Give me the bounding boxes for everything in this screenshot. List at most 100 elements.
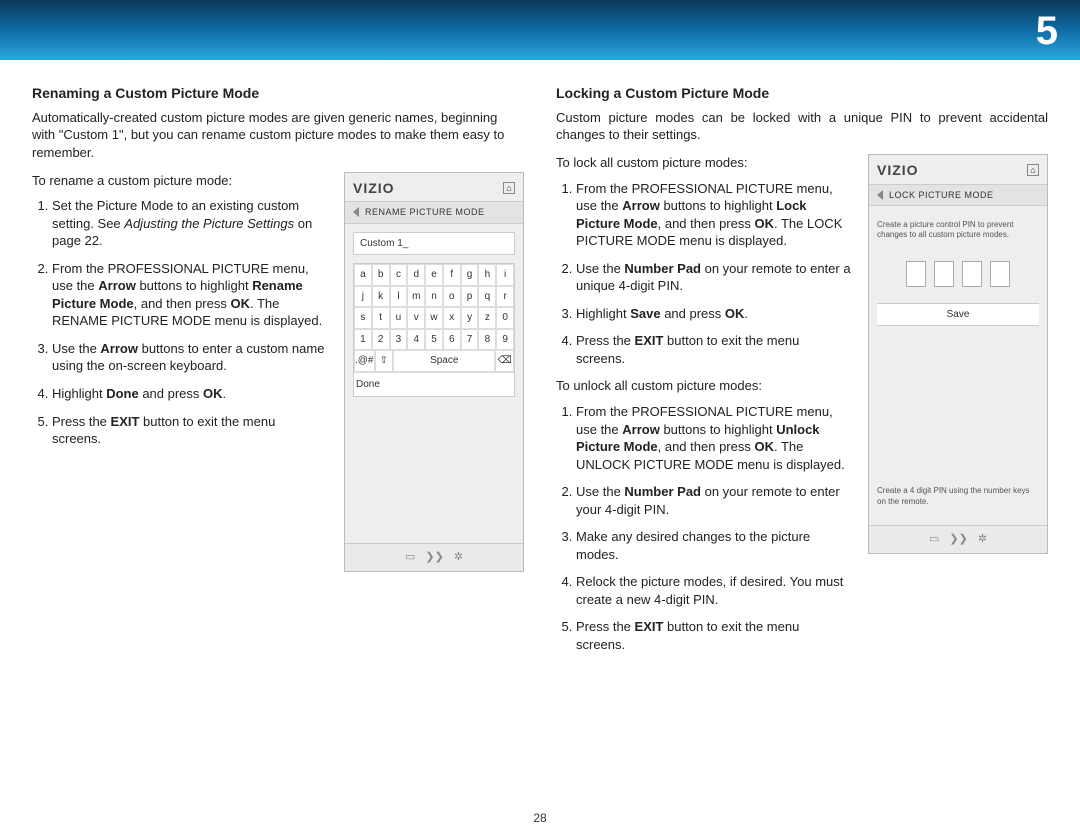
- rename-step-4: Highlight Done and press OK.: [52, 385, 328, 403]
- key[interactable]: 9: [496, 329, 514, 351]
- key-backspace[interactable]: ⌫: [495, 350, 514, 372]
- unlock-step-3: Make any desired changes to the picture …: [576, 528, 852, 563]
- home-icon[interactable]: ⌂: [503, 182, 515, 194]
- key-shift[interactable]: ⇧: [375, 350, 394, 372]
- key[interactable]: 8: [478, 329, 496, 351]
- unlock-step-1: From the PROFESSIONAL PICTURE menu, use …: [576, 403, 852, 473]
- lock-steps: From the PROFESSIONAL PICTURE menu, use …: [556, 180, 852, 368]
- key[interactable]: r: [496, 286, 514, 308]
- key[interactable]: b: [372, 264, 390, 286]
- key[interactable]: s: [354, 307, 372, 329]
- key[interactable]: q: [478, 286, 496, 308]
- rename-steps: Set the Picture Mode to an existing cust…: [32, 197, 328, 448]
- section-title-rename: Renaming a Custom Picture Mode: [32, 84, 524, 103]
- key[interactable]: 1: [354, 329, 372, 351]
- key[interactable]: 2: [372, 329, 390, 351]
- key[interactable]: 7: [461, 329, 479, 351]
- pin-digit[interactable]: [934, 261, 954, 287]
- key[interactable]: k: [372, 286, 390, 308]
- key[interactable]: 0: [496, 307, 514, 329]
- footer-gear-icon[interactable]: ✲: [454, 550, 463, 565]
- footer-arrows-icon[interactable]: ❯❯: [949, 532, 967, 547]
- rename-step-2: From the PROFESSIONAL PICTURE menu, use …: [52, 260, 328, 330]
- key[interactable]: l: [390, 286, 408, 308]
- key[interactable]: 6: [443, 329, 461, 351]
- key-space[interactable]: Space: [393, 350, 495, 372]
- name-input[interactable]: Custom 1_: [353, 232, 515, 256]
- key[interactable]: 4: [407, 329, 425, 351]
- right-column: Locking a Custom Picture Mode Custom pic…: [556, 84, 1048, 664]
- device-footer: ▭ ❯❯ ✲: [345, 543, 523, 571]
- key[interactable]: u: [390, 307, 408, 329]
- back-icon[interactable]: [353, 207, 359, 217]
- lock-note-1: Create a picture control PIN to prevent …: [877, 220, 1039, 241]
- lock-step-4: Press the EXIT button to exit the menu s…: [576, 332, 852, 367]
- pin-digit[interactable]: [962, 261, 982, 287]
- key[interactable]: n: [425, 286, 443, 308]
- key[interactable]: z: [478, 307, 496, 329]
- key[interactable]: e: [425, 264, 443, 286]
- lock-device-panel: VIZIO ⌂ LOCK PICTURE MODE Create a pictu…: [868, 154, 1048, 554]
- key[interactable]: y: [461, 307, 479, 329]
- rename-lead: To rename a custom picture mode:: [32, 172, 328, 190]
- home-icon[interactable]: ⌂: [1027, 164, 1039, 176]
- key[interactable]: i: [496, 264, 514, 286]
- key[interactable]: j: [354, 286, 372, 308]
- unlock-step-2: Use the Number Pad on your remote to ent…: [576, 483, 852, 518]
- crumb-label: LOCK PICTURE MODE: [889, 189, 994, 201]
- unlock-lead: To unlock all custom picture modes:: [556, 377, 852, 395]
- key[interactable]: w: [425, 307, 443, 329]
- unlock-steps: From the PROFESSIONAL PICTURE menu, use …: [556, 403, 852, 654]
- unlock-step-5: Press the EXIT button to exit the menu s…: [576, 618, 852, 653]
- key[interactable]: p: [461, 286, 479, 308]
- footer-gear-icon[interactable]: ✲: [978, 532, 987, 547]
- save-button[interactable]: Save: [877, 303, 1039, 327]
- key[interactable]: v: [407, 307, 425, 329]
- rename-step-3: Use the Arrow buttons to enter a custom …: [52, 340, 328, 375]
- pin-digit[interactable]: [906, 261, 926, 287]
- back-icon[interactable]: [877, 190, 883, 200]
- section-title-lock: Locking a Custom Picture Mode: [556, 84, 1048, 103]
- left-column: Renaming a Custom Picture Mode Automatic…: [32, 84, 524, 664]
- crumb-label: RENAME PICTURE MODE: [365, 206, 485, 218]
- footer-arrows-icon[interactable]: ❯❯: [425, 550, 443, 565]
- page-body: Renaming a Custom Picture Mode Automatic…: [0, 60, 1080, 664]
- key[interactable]: c: [390, 264, 408, 286]
- key[interactable]: d: [407, 264, 425, 286]
- pin-digit[interactable]: [990, 261, 1010, 287]
- key-done[interactable]: Done: [354, 372, 514, 397]
- lock-note-2: Create a 4 digit PIN using the number ke…: [877, 486, 1039, 507]
- lock-intro: Custom picture modes can be locked with …: [556, 109, 1048, 144]
- key-symbols[interactable]: .@#: [354, 350, 375, 372]
- key[interactable]: m: [407, 286, 425, 308]
- vizio-logo: VIZIO: [877, 161, 919, 180]
- lock-step-2: Use the Number Pad on your remote to ent…: [576, 260, 852, 295]
- key[interactable]: t: [372, 307, 390, 329]
- rename-device-panel: VIZIO ⌂ RENAME PICTURE MODE Custom 1_ ab…: [344, 172, 524, 572]
- lock-step-1: From the PROFESSIONAL PICTURE menu, use …: [576, 180, 852, 250]
- breadcrumb: RENAME PICTURE MODE: [345, 201, 523, 223]
- lock-lead: To lock all custom picture modes:: [556, 154, 852, 172]
- key[interactable]: h: [478, 264, 496, 286]
- key[interactable]: g: [461, 264, 479, 286]
- key[interactable]: f: [443, 264, 461, 286]
- footer-wide-icon[interactable]: ▭: [929, 532, 939, 547]
- device-footer: ▭ ❯❯ ✲: [869, 525, 1047, 553]
- key[interactable]: a: [354, 264, 372, 286]
- unlock-step-4: Relock the picture modes, if desired. Yo…: [576, 573, 852, 608]
- breadcrumb: LOCK PICTURE MODE: [869, 184, 1047, 206]
- rename-step-5: Press the EXIT button to exit the menu s…: [52, 413, 328, 448]
- footer-wide-icon[interactable]: ▭: [405, 550, 415, 565]
- on-screen-keyboard: abcdefghi jklmnopqr stuvwxyz0 123456789 …: [353, 263, 515, 397]
- page-number: 28: [0, 810, 1080, 826]
- vizio-logo: VIZIO: [353, 179, 395, 198]
- key[interactable]: 5: [425, 329, 443, 351]
- key[interactable]: o: [443, 286, 461, 308]
- key[interactable]: 3: [390, 329, 408, 351]
- rename-step-1: Set the Picture Mode to an existing cust…: [52, 197, 328, 250]
- chapter-number: 5: [1036, 4, 1058, 58]
- chapter-banner: 5: [0, 0, 1080, 60]
- pin-entry: [877, 261, 1039, 287]
- rename-intro: Automatically-created custom picture mod…: [32, 109, 524, 162]
- key[interactable]: x: [443, 307, 461, 329]
